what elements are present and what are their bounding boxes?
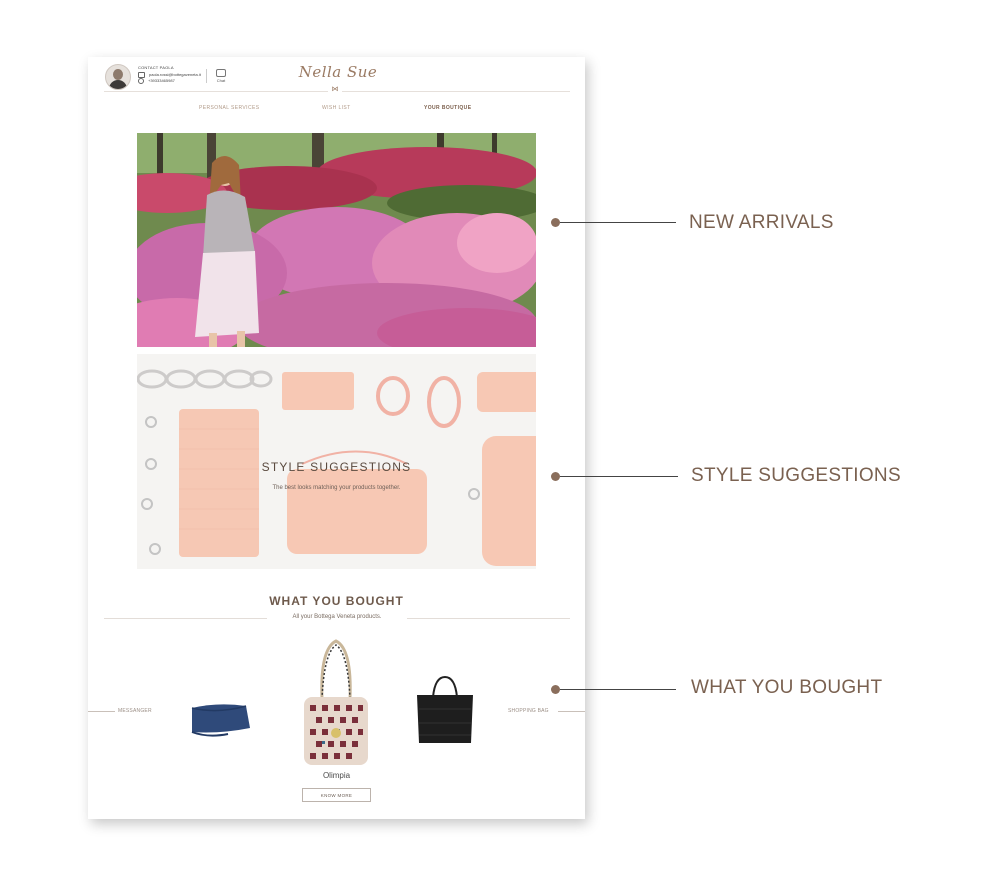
annotation-what-you-bought: WHAT YOU BOUGHT: [691, 677, 883, 698]
annotation-dot-what-you-bought: [551, 685, 560, 694]
bow-icon: ⋈: [328, 86, 342, 94]
product-olimpia[interactable]: [300, 639, 372, 772]
nav-personal-services[interactable]: PERSONAL SERVICES: [199, 105, 259, 111]
style-suggestions-banner[interactable]: STYLE SUGGESTIONS The best looks matchin…: [137, 354, 536, 569]
nav-your-boutique[interactable]: YOUR BOUTIQUE: [424, 105, 471, 111]
chat-button[interactable]: Chat: [206, 69, 232, 83]
prev-product-label[interactable]: MESSANGER: [118, 708, 152, 714]
brand-logo[interactable]: Nella Sue: [293, 63, 383, 81]
product-messenger[interactable]: [188, 700, 252, 743]
annotation-line-what-you-bought: [560, 689, 676, 690]
chat-label: Chat: [216, 78, 226, 83]
new-arrivals-banner[interactable]: [137, 133, 536, 347]
annotation-dot-new-arrivals: [551, 218, 560, 227]
what-you-bought-title: WHAT YOU BOUGHT: [269, 594, 404, 608]
annotation-dot-style-suggestions: [551, 472, 560, 481]
nav-wish-list[interactable]: WISH LIST: [322, 105, 351, 111]
advisor-contact: CONTACT PAOLA paola.rossi@bottegaveneta.…: [138, 65, 201, 84]
boutique-page-mockup: CONTACT PAOLA paola.rossi@bottegaveneta.…: [88, 57, 585, 819]
featured-product-name: Olimpia: [322, 771, 351, 780]
chat-bubble-icon: [216, 69, 226, 77]
messenger-bag-image: [191, 704, 250, 737]
annotation-line-new-arrivals: [560, 222, 676, 223]
right-label-line: [558, 711, 585, 712]
style-suggestions-title: STYLE SUGGESTIONS: [261, 460, 412, 474]
olimpia-bag-image: [304, 639, 368, 765]
new-arrivals-photo: [137, 133, 536, 347]
annotation-line-style-suggestions: [560, 476, 678, 477]
contact-phone[interactable]: +39333465987: [148, 78, 175, 84]
next-product-label[interactable]: SHOPPING BAG: [508, 708, 549, 714]
main-nav: PERSONAL SERVICES WISH LIST YOUR BOUTIQU…: [88, 105, 585, 115]
annotation-new-arrivals: NEW ARRIVALS: [689, 212, 834, 233]
annotation-style-suggestions: STYLE SUGGESTIONS: [691, 465, 901, 486]
phone-icon: [138, 78, 144, 84]
left-label-line: [88, 711, 115, 712]
contact-title: CONTACT PAOLA: [138, 65, 174, 70]
what-you-bought-subtitle: All your Bottega Veneta products.: [267, 613, 407, 621]
know-more-button[interactable]: KNOW MORE: [302, 788, 371, 802]
shopping-bag-image: [417, 675, 473, 743]
product-shopping-bag[interactable]: [413, 675, 477, 752]
advisor-avatar[interactable]: [105, 64, 131, 90]
style-suggestions-subtitle: The best looks matching your products to…: [272, 485, 401, 491]
